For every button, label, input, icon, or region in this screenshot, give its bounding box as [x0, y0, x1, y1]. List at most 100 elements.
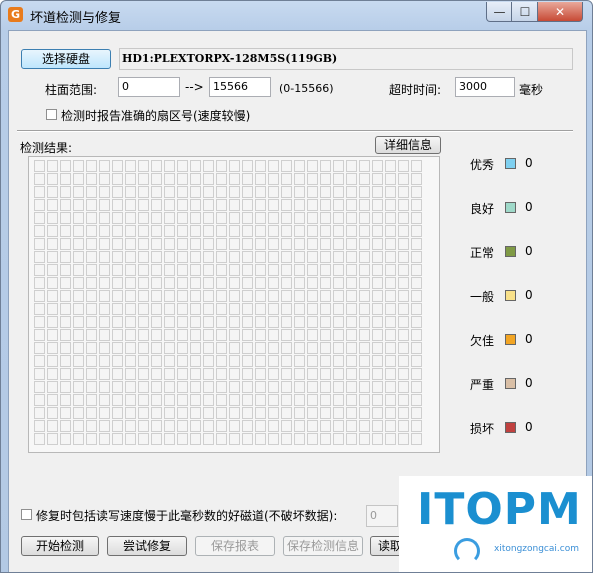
sector-cell — [294, 173, 305, 185]
sector-cell — [229, 251, 240, 263]
sector-cell — [125, 433, 136, 445]
sector-cell — [203, 342, 214, 354]
repair-slow-ms-input[interactable]: 0 — [366, 505, 398, 527]
sector-cell — [229, 407, 240, 419]
sector-cell — [177, 342, 188, 354]
maximize-button[interactable]: ☐ — [511, 2, 539, 22]
sector-cell — [99, 225, 110, 237]
sector-cell — [203, 368, 214, 380]
sector-cell — [372, 199, 383, 211]
sector-cell — [125, 329, 136, 341]
sector-cell — [307, 316, 318, 328]
sector-cell — [281, 225, 292, 237]
sector-cell — [333, 433, 344, 445]
sector-cell — [151, 303, 162, 315]
repair-slow-checkbox[interactable] — [21, 509, 32, 520]
sector-cell — [164, 186, 175, 198]
cylinder-from-input[interactable]: 0 — [118, 77, 180, 97]
sector-cell — [411, 381, 422, 393]
sector-cell — [229, 342, 240, 354]
sector-cell — [86, 329, 97, 341]
legend-swatch — [505, 158, 516, 169]
legend-count: 0 — [525, 376, 533, 390]
sector-cell — [151, 225, 162, 237]
sector-cell — [255, 420, 266, 432]
sector-cell — [99, 394, 110, 406]
save-report-button[interactable]: 保存报表 — [195, 536, 275, 556]
sector-cell — [320, 368, 331, 380]
sector-cell — [398, 199, 409, 211]
sector-cell — [333, 264, 344, 276]
sector-cell — [60, 316, 71, 328]
sector-cell — [125, 251, 136, 263]
sector-cell — [190, 407, 201, 419]
sector-cell — [125, 173, 136, 185]
legend-swatch — [505, 378, 516, 389]
sector-cell — [125, 420, 136, 432]
sector-cell — [164, 173, 175, 185]
sector-cell — [229, 355, 240, 367]
sector-cell — [60, 264, 71, 276]
sector-cell — [216, 173, 227, 185]
sector-cell — [34, 173, 45, 185]
sector-cell — [190, 329, 201, 341]
cylinder-to-input[interactable]: 15566 — [209, 77, 271, 97]
sector-cell — [359, 160, 370, 172]
sector-cell — [294, 381, 305, 393]
sector-cell — [216, 407, 227, 419]
sector-cell — [177, 420, 188, 432]
legend-item: 良好 0 — [470, 200, 570, 216]
sector-cell — [229, 433, 240, 445]
sector-cell — [242, 381, 253, 393]
sector-cell — [177, 238, 188, 250]
sector-cell — [294, 264, 305, 276]
sector-cell — [151, 394, 162, 406]
try-repair-button[interactable]: 尝试修复 — [107, 536, 187, 556]
sector-cell — [112, 355, 123, 367]
select-disk-button[interactable]: 选择硬盘 — [21, 49, 111, 69]
sector-cell — [281, 303, 292, 315]
sector-cell — [86, 173, 97, 185]
sector-cell — [398, 225, 409, 237]
title-bar[interactable]: G 坏道检测与修复 — ☐ ✕ — [1, 1, 592, 27]
sector-cell — [255, 160, 266, 172]
sector-cell — [346, 173, 357, 185]
timeout-input[interactable]: 3000 — [455, 77, 515, 97]
close-button[interactable]: ✕ — [537, 2, 583, 22]
sector-cell — [398, 212, 409, 224]
sector-cell — [125, 277, 136, 289]
legend-count: 0 — [525, 156, 533, 170]
sector-cell — [307, 199, 318, 211]
sector-cell — [320, 199, 331, 211]
sector-cell — [203, 160, 214, 172]
save-result-button[interactable]: 保存检测信息 — [283, 536, 363, 556]
minimize-button[interactable]: — — [486, 2, 513, 22]
sector-cell — [385, 368, 396, 380]
sector-cell — [47, 290, 58, 302]
sector-cell — [372, 212, 383, 224]
timeout-label: 超时时间: — [389, 83, 442, 97]
sector-cell — [359, 355, 370, 367]
sector-cell — [138, 329, 149, 341]
start-detect-button[interactable]: 开始检测 — [21, 536, 99, 556]
sector-cell — [99, 173, 110, 185]
sector-cell — [320, 316, 331, 328]
sector-cell — [47, 407, 58, 419]
sector-cell — [372, 420, 383, 432]
sector-cell — [47, 238, 58, 250]
sector-cell — [398, 407, 409, 419]
sector-cell — [398, 316, 409, 328]
sector-cell — [73, 368, 84, 380]
detail-info-button[interactable]: 详细信息 — [375, 136, 441, 154]
sector-cell — [229, 186, 240, 198]
sector-cell — [34, 433, 45, 445]
sector-cell — [73, 225, 84, 237]
sector-cell — [47, 329, 58, 341]
sector-cell — [177, 433, 188, 445]
sector-cell — [73, 342, 84, 354]
sector-cell — [203, 238, 214, 250]
separator — [17, 130, 573, 132]
sector-cell — [177, 173, 188, 185]
sector-cell — [255, 342, 266, 354]
accurate-sector-checkbox[interactable] — [46, 109, 57, 120]
